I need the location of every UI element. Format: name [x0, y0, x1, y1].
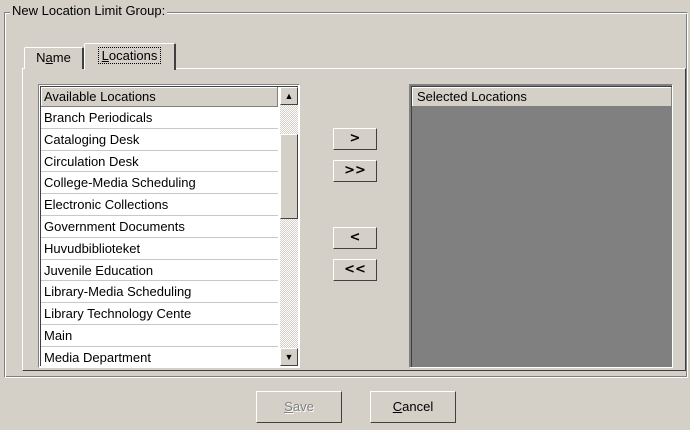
tab-locations[interactable]: Locations — [84, 43, 176, 70]
scroll-up-icon[interactable]: ▲ — [280, 87, 298, 105]
list-item[interactable]: Government Documents — [41, 216, 278, 238]
cancel-button[interactable]: Cancel — [370, 391, 456, 423]
save-label: ave — [292, 399, 314, 414]
list-item[interactable]: Juvenile Education — [41, 260, 278, 282]
add-one-button[interactable]: > — [333, 128, 377, 150]
available-locations-list[interactable]: Available Locations Branch Periodicals Ca… — [38, 84, 300, 368]
cancel-label: ancel — [402, 399, 434, 414]
tab-name-label-post: me — [52, 50, 71, 65]
list-item[interactable]: Electronic Collections — [41, 194, 278, 216]
selected-list-frame: Selected Locations — [411, 86, 672, 367]
add-all-button[interactable]: >> — [333, 160, 377, 182]
tab-name[interactable]: Name — [24, 47, 84, 69]
list-item[interactable]: Branch Periodicals — [41, 107, 278, 129]
save-accel: S — [284, 399, 293, 414]
available-locations-header[interactable]: Available Locations — [41, 87, 278, 107]
list-item[interactable]: Library-Media Scheduling — [41, 281, 278, 304]
list-item[interactable]: Circulation Desk — [41, 151, 278, 173]
group-title: New Location Limit Group: — [10, 3, 168, 18]
remove-all-button[interactable]: << — [333, 259, 377, 281]
available-list-frame: Available Locations Branch Periodicals Ca… — [40, 86, 298, 366]
list-item[interactable]: College-Media Scheduling — [41, 172, 278, 195]
selected-locations-list[interactable]: Selected Locations — [409, 84, 673, 368]
list-item[interactable]: Main — [41, 325, 278, 347]
tab-locations-label-post: ocations — [108, 48, 158, 63]
tab-name-accel: a — [45, 50, 53, 65]
list-item[interactable]: Huvudbiblioteket — [41, 238, 278, 260]
tab-name-label-pre: N — [36, 50, 46, 65]
scroll-down-icon[interactable]: ▼ — [280, 348, 298, 366]
save-button[interactable]: Save — [256, 391, 342, 423]
available-list-scrollbar[interactable]: ▲ ▼ — [280, 87, 298, 366]
scroll-thumb[interactable] — [280, 134, 298, 219]
selected-locations-header[interactable]: Selected Locations — [412, 87, 672, 107]
available-list-rows: Branch Periodicals Cataloging Desk Circula… — [41, 107, 278, 367]
list-item[interactable]: Library Technology Cente — [41, 303, 278, 325]
list-item[interactable]: Media Department — [41, 347, 278, 367]
cancel-accel: C — [392, 399, 403, 414]
tab-locations-accel: L — [101, 48, 109, 63]
tab-locations-label: Locations — [97, 47, 162, 64]
remove-one-button[interactable]: < — [333, 227, 377, 249]
list-item[interactable]: Cataloging Desk — [41, 129, 278, 151]
